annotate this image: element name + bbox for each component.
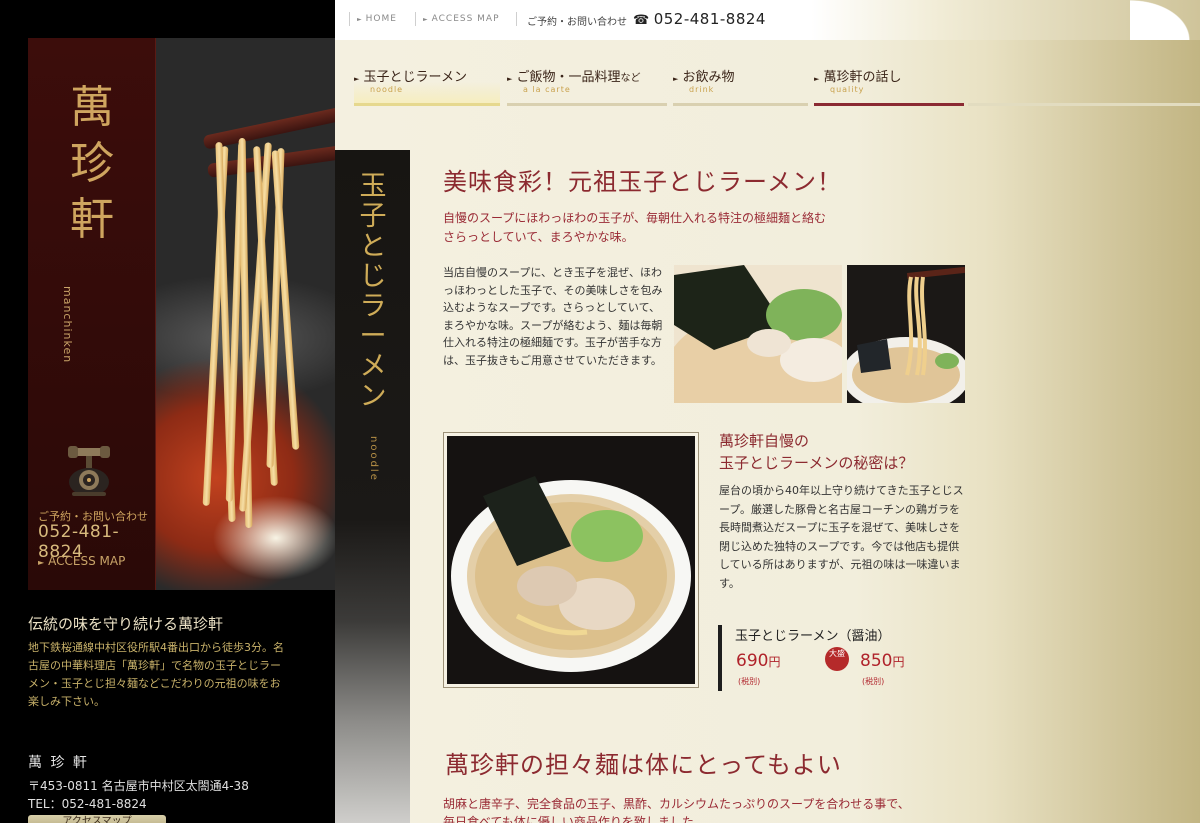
arrow-right-icon: ► — [38, 558, 45, 567]
nav-item-noodle[interactable]: ► 玉子とじラーメン noodle — [354, 62, 500, 106]
intro-body-text: 当店自慢のスープに、とき玉子を混ぜ、ほわっほわっとした玉子で、その美味しさを包み… — [443, 266, 663, 367]
sidebar: 萬珍軒 manchinken ご予約・お問い合わせ 052-481-8824 ►… — [0, 0, 335, 823]
hero-banner: 萬珍軒 manchinken ご予約・お問い合わせ 052-481-8824 ►… — [28, 38, 335, 590]
shop-tel: TEL：052-481-8824 — [28, 797, 147, 811]
section2-text-line1: 胡麻と唐辛子、完全食品の玉子、黒酢、カルシウムたっぷりのスープを合わせる事で、 — [443, 797, 910, 811]
menu-item-name: 玉子とじラーメン（醤油） — [735, 629, 891, 644]
brand-romaji: manchinken — [61, 286, 74, 364]
lead-text-line1: 自慢のスープにほわっほわの玉子が、毎朝仕入れる特注の極細麺と絡む — [443, 211, 827, 225]
access-map-button[interactable]: アクセスマップ — [28, 815, 166, 823]
section-vertical-banner: 玉子とじラーメン noodle — [335, 150, 410, 823]
large-size-badge: 大盛 — [825, 647, 849, 671]
arrow-right-icon: ► — [814, 75, 820, 83]
arrow-right-icon: ► — [357, 16, 363, 23]
section-vertical-title: 玉子とじラーメン — [359, 171, 387, 412]
large-price: 850円 — [860, 651, 905, 671]
antique-telephone-icon — [68, 446, 110, 496]
sidebar-access-map-link[interactable]: ► ACCESS MAP — [38, 554, 156, 568]
arrow-right-icon: ► — [507, 75, 513, 83]
top-phone[interactable]: ☎ 052-481-8824 — [633, 10, 766, 28]
home-link[interactable]: ► HOME — [357, 14, 397, 24]
tamago-toji-ramen-photo — [443, 432, 699, 688]
section-vertical-subtitle: noodle — [368, 436, 379, 482]
secret-title-line1: 萬珍軒自慢の — [719, 432, 810, 450]
sidebar-heading: 伝統の味を守り続ける萬珍軒 — [28, 615, 224, 633]
telephone-icon: ☎ — [633, 13, 650, 28]
ramen-bowl-photo — [674, 265, 842, 403]
price-box: 玉子とじラーメン（醤油） 690円 (税別) 大盛 850円 (税別) — [718, 625, 968, 691]
arrow-right-icon: ► — [423, 16, 429, 23]
arrow-right-icon: ► — [673, 75, 679, 83]
shop-name: 萬 珍 軒 — [28, 755, 89, 771]
noodle-lift-photo — [847, 265, 965, 403]
regular-price: 690円 — [736, 651, 781, 671]
lead-text-line2: さらっとしていて、まろやかな味。 — [443, 230, 634, 244]
tax-note: (税別) — [862, 677, 885, 686]
arrow-right-icon: ► — [354, 75, 360, 83]
brand-logo: 萬珍軒 — [70, 82, 114, 245]
access-map-link[interactable]: ► ACCESS MAP — [423, 14, 500, 24]
tax-note: (税別) — [738, 677, 761, 686]
access-map-label: ACCESS MAP — [48, 554, 126, 568]
top-bar: ► HOME ► ACCESS MAP — [335, 0, 1200, 40]
ramen-noodle-photo — [156, 38, 335, 590]
secret-title-line2: 玉子とじラーメンの秘密は？ — [719, 454, 914, 472]
section2-title: 萬珍軒の担々麺は体にとってもよい — [445, 751, 842, 779]
top-reservation-label: ご予約・お問い合わせ — [527, 17, 627, 28]
page-headline: 美味食彩！元祖玉子とじラーメン！ — [443, 168, 843, 196]
nav-item-quality[interactable]: ► 萬珍軒の話し quality — [814, 62, 964, 106]
shop-address: 〒453-0811 名古屋市中村区太閤通4-38 — [28, 779, 249, 793]
secret-description: 屋台の頃から40年以上守り続けてきた玉子とじスープ。厳選した豚骨と名古屋コーチン… — [719, 484, 964, 590]
brand-panel: 萬珍軒 manchinken ご予約・お問い合わせ 052-481-8824 ►… — [28, 38, 156, 590]
sidebar-description: 地下鉄桜通線中村区役所駅4番出口から徒歩3分。名古屋の中華料理店「萬珍軒」で名物… — [28, 641, 284, 708]
nav-item-a-la-carte[interactable]: ► ご飯物・一品料理など a la carte — [507, 62, 667, 106]
nav-item-drink[interactable]: ► お飲み物 drink — [673, 62, 808, 106]
section2-text-line2: 毎日食べても体に優しい商品作りを致しました。 — [443, 815, 706, 823]
